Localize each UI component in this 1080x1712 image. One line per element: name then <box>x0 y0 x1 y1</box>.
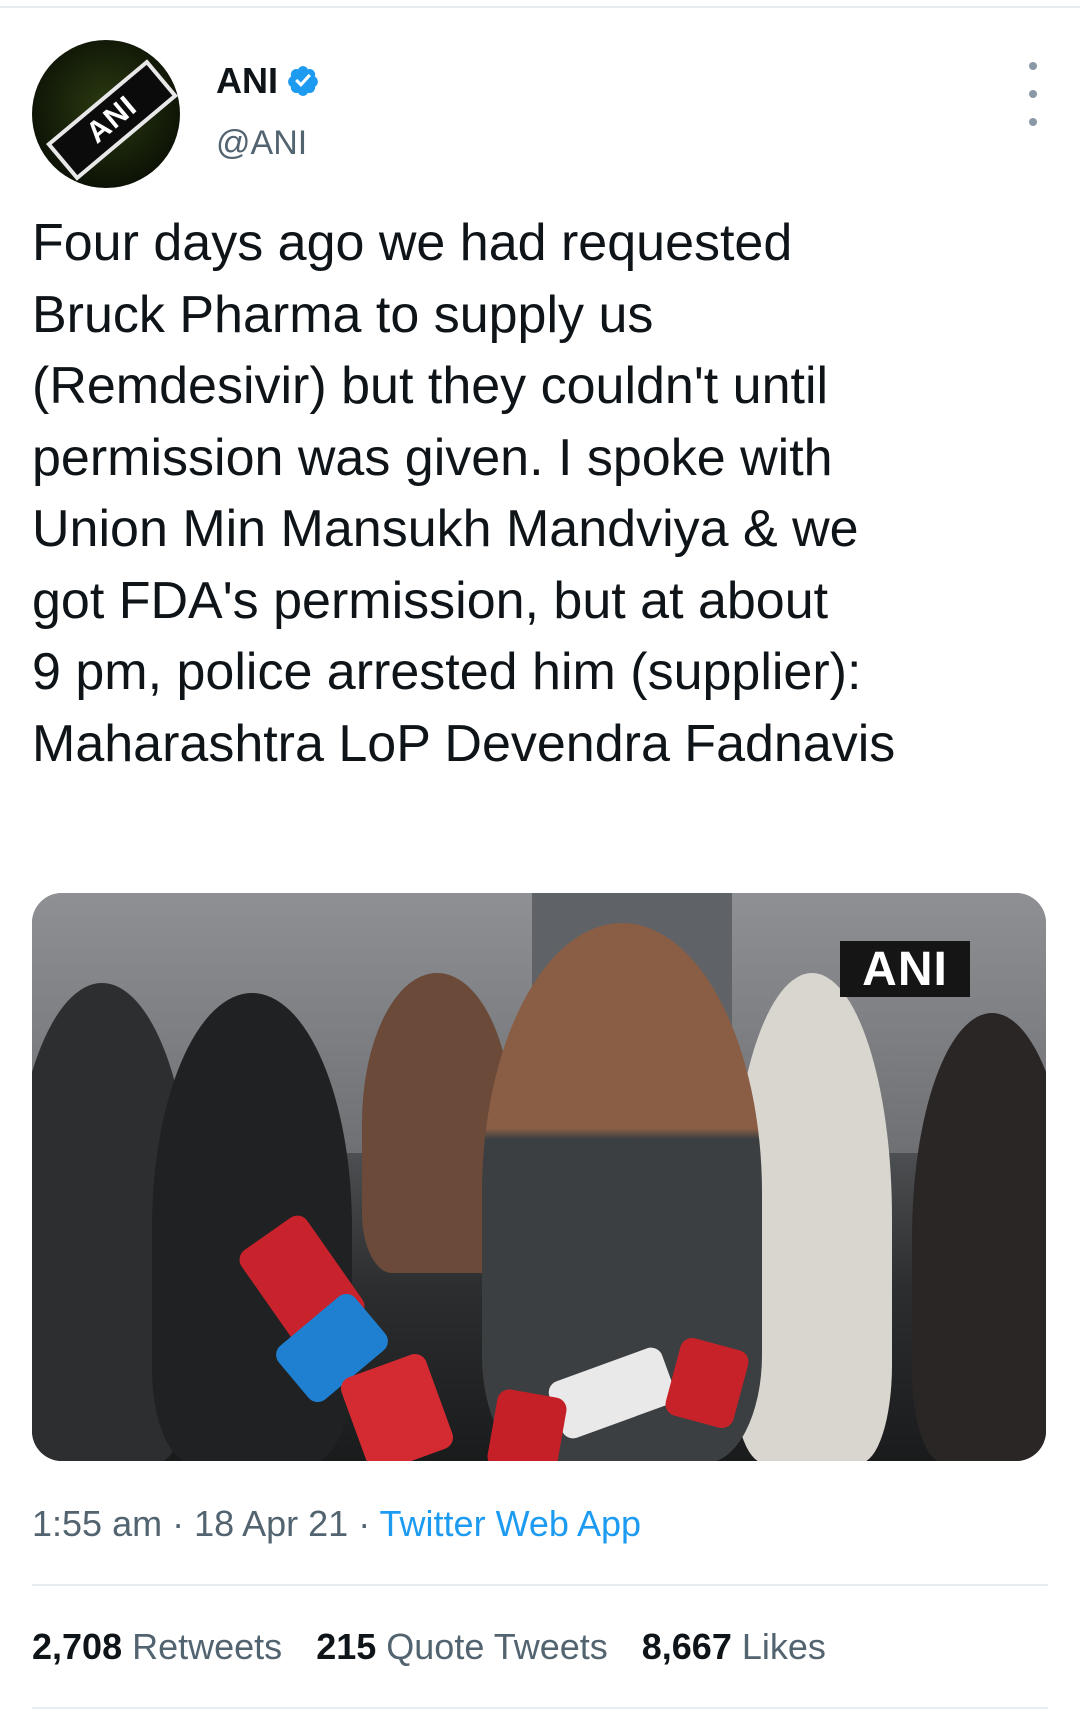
media-microphone <box>485 1387 569 1461</box>
more-dot <box>1029 118 1037 126</box>
more-options-icon[interactable] <box>1018 62 1048 126</box>
media-watermark-text: ANI <box>862 942 948 996</box>
author-handle[interactable]: @ANI <box>216 124 307 163</box>
divider <box>32 1707 1048 1709</box>
tweet-header: ANI ANI @ANI <box>32 40 1048 190</box>
tweet-media-image[interactable]: ANI <box>32 893 1046 1461</box>
avatar[interactable]: ANI <box>32 40 180 188</box>
likes-stat[interactable]: 8,667 Likes <box>642 1626 826 1668</box>
retweets-count: 2,708 <box>32 1626 123 1667</box>
likes-label: Likes <box>741 1626 826 1667</box>
top-divider <box>0 6 1080 8</box>
tweet-source-link[interactable]: Twitter Web App <box>380 1503 641 1544</box>
quote-tweets-count: 215 <box>316 1626 377 1667</box>
tweet-metadata: 1:55 am · 18 Apr 21 · Twitter Web App <box>32 1503 641 1545</box>
likes-count: 8,667 <box>641 1626 732 1667</box>
more-dot <box>1029 90 1037 98</box>
author-name-row: ANI <box>216 60 320 102</box>
meta-separator: · <box>348 1503 380 1544</box>
tweet-time[interactable]: 1:55 am <box>32 1503 162 1544</box>
author-name[interactable]: ANI <box>216 60 278 102</box>
avatar-logo-text: ANI <box>80 89 144 150</box>
quote-tweets-stat[interactable]: 215 Quote Tweets <box>316 1626 608 1668</box>
more-dot <box>1029 62 1037 70</box>
verified-badge-icon <box>288 66 318 96</box>
quote-tweets-label: Quote Tweets <box>386 1626 608 1667</box>
retweets-stat[interactable]: 2,708 Retweets <box>32 1626 282 1668</box>
tweet-stats: 2,708 Retweets 215 Quote Tweets 8,667 Li… <box>32 1626 860 1668</box>
meta-separator: · <box>162 1503 195 1544</box>
divider <box>32 1584 1048 1586</box>
avatar-logo: ANI <box>46 59 178 181</box>
retweets-label: Retweets <box>132 1626 283 1667</box>
tweet-date[interactable]: 18 Apr 21 <box>194 1503 348 1544</box>
tweet-text: Four days ago we had requested Bruck Pha… <box>32 214 896 773</box>
media-watermark: ANI <box>840 941 970 997</box>
